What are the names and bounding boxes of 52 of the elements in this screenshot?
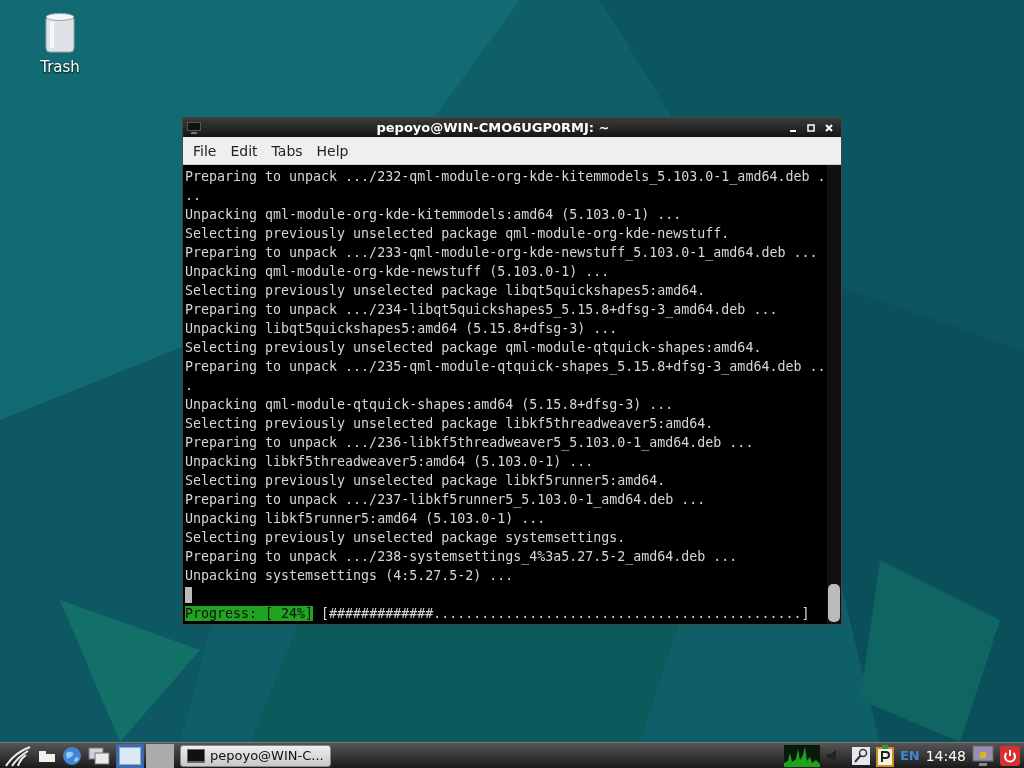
menu-item[interactable]: Help <box>309 142 356 159</box>
terminal-line: Selecting previously unselected package systemsettings. <box>185 529 627 547</box>
menu-item[interactable]: Edit <box>223 142 265 159</box>
text-cursor <box>185 587 192 603</box>
icon-label[interactable]: Trash <box>40 58 80 76</box>
lock-screen-icon[interactable] <box>972 744 994 767</box>
trash-can-icon[interactable] <box>44 12 76 54</box>
terminal-line: Unpacking qml-module-org-kde-kitemmodels:amd64 (5.103.0-1) ... <box>185 206 683 224</box>
terminal-line: Preparing to unpack .../234-libqt5quickshapes5_5.15.8+dfsg-3_amd64.deb ... <box>185 301 779 319</box>
scrollbar[interactable] <box>827 165 841 624</box>
terminal-line: Unpacking libkf5threadweaver5:amd64 (5.103.0-1) ... <box>185 453 595 471</box>
cpu-graph-icon <box>783 744 820 767</box>
terminal[interactable] <box>183 165 841 624</box>
workspace-button[interactable] <box>146 743 174 768</box>
clipboard-icon[interactable] <box>875 744 894 767</box>
menu-item[interactable]: Tabs <box>264 142 310 159</box>
power-icon[interactable] <box>1000 745 1020 766</box>
close-icon[interactable] <box>825 123 833 132</box>
show-desktop-icon[interactable] <box>38 748 56 763</box>
terminal-line: Selecting previously unselected package libkf5threadweaver5:amd64. <box>185 415 715 433</box>
magnifier-icon[interactable] <box>851 746 870 765</box>
terminal-line: Unpacking qml-module-qtquick-shapes:amd64 (5.15.8+dfsg-3) ... <box>185 396 675 414</box>
window-title: pepoyo@WIN-CMO6UGP0RMJ: ~ <box>375 120 611 135</box>
terminal-line: Unpacking qml-module-org-kde-newstuff (5.103.0-1) ... <box>185 263 611 281</box>
terminal-line: Selecting previously unselected package qml-module-qtquick-shapes:amd64. <box>185 339 763 357</box>
terminal-line: . <box>185 377 194 395</box>
terminal-icon <box>187 121 201 134</box>
menu-item[interactable]: File <box>186 142 224 159</box>
terminal-line: Preparing to unpack .../238-systemsettings_4%3a5.27.5-2_amd64.deb ... <box>185 548 739 566</box>
terminal-line: Preparing to unpack .../233-qml-module-org-kde-newstuff_5.103.0-1_amd64.deb ... <box>185 244 819 262</box>
windows-icon[interactable] <box>88 746 110 765</box>
scrollbar-thumb[interactable] <box>828 584 840 622</box>
workspace-button[interactable] <box>116 743 144 768</box>
globe-icon[interactable] <box>62 745 82 766</box>
terminal-line: Preparing to unpack .../232-qml-module-org-kde-kitemmodels_5.103.0-1_amd64.deb . <box>185 168 827 186</box>
terminal-line: Unpacking libkf5runner5:amd64 (5.103.0-1) ... <box>185 510 547 528</box>
progress-label: Progress: [ 24%] <box>185 606 314 621</box>
terminal-line: Selecting previously unselected package qml-module-org-kde-newstuff. <box>185 225 731 243</box>
terminal-line: Unpacking systemsettings (4:5.27.5-2) ... <box>185 567 515 585</box>
progress-bar-text: [#############..............................................] <box>321 606 810 621</box>
terminal-icon <box>187 748 205 763</box>
terminal-line: Preparing to unpack .../236-libkf5threadweaver5_5.103.0-1_amd64.deb ... <box>185 434 755 452</box>
terminal-line: Selecting previously unselected package libqt5quickshapes5:amd64. <box>185 282 707 300</box>
terminal-line: Preparing to unpack .../235-qml-module-qtquick-shapes_5.15.8+dfsg-3_amd64.deb .. <box>185 358 827 376</box>
terminal-line: Selecting previously unselected package libkf5runner5:amd64. <box>185 472 667 490</box>
terminal-line: Preparing to unpack .../237-libkf5runner5_5.103.0-1_amd64.deb ... <box>185 491 707 509</box>
task-button[interactable]: pepoyo@WIN-C... <box>180 744 331 767</box>
start-menu-icon[interactable] <box>4 744 32 767</box>
terminal-line: Unpacking libqt5quickshapes5:amd64 (5.15.8+dfsg-3) ... <box>185 320 619 338</box>
terminal-line: .. <box>185 187 202 205</box>
clock[interactable]: 14:48 <box>925 747 966 764</box>
maximize-icon[interactable] <box>807 123 815 132</box>
